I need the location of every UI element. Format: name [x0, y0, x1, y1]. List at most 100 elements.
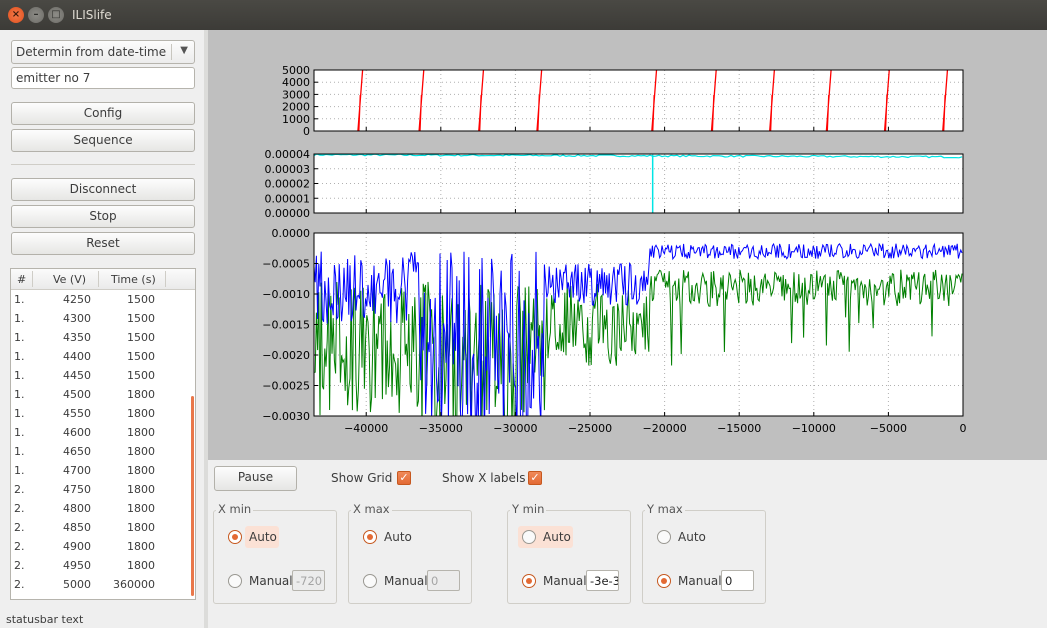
cell-index: 1. [14, 369, 25, 382]
status-bar: statusbar text [6, 613, 84, 626]
xmin-auto-radio[interactable] [228, 530, 242, 544]
y-tick-label: 0.00004 [265, 148, 311, 161]
x-tick-label: 0 [960, 422, 967, 435]
y-tick-label: 1000 [282, 113, 310, 126]
ymax-group-title: Y max [645, 502, 685, 516]
table-row[interactable]: 2. 4800 1800 [11, 499, 191, 518]
x-tick-label: −40000 [344, 422, 388, 435]
plot-canvas: 5000 4000 3000 2000 1000 0 0.00004 0.00003 0.000… [208, 30, 1047, 460]
xmax-auto-radio[interactable] [363, 530, 377, 544]
cell-ve: 4600 [63, 426, 91, 439]
emitter-input[interactable] [12, 68, 194, 88]
table-row[interactable]: 1. 4400 1500 [11, 347, 191, 366]
window-title: ILISlife [72, 8, 112, 22]
show-xlabels-label: Show X labels [442, 471, 526, 485]
header-separator [165, 271, 166, 287]
xmax-input[interactable] [428, 571, 459, 590]
xmin-manual-radio[interactable] [228, 574, 242, 588]
divider [11, 164, 195, 165]
cell-ve: 4500 [63, 388, 91, 401]
cell-index: 2. [14, 521, 25, 534]
show-grid-checkbox[interactable]: ✓ [397, 471, 411, 485]
x-tick-label: −30000 [493, 422, 537, 435]
title-bar: × – □ ILISlife [0, 0, 1047, 30]
plot-svg: 5000400030002000100000.000040.000030.000… [262, 64, 967, 435]
table-row[interactable]: 1. 4350 1500 [11, 328, 191, 347]
sequence-button[interactable]: Sequence [11, 129, 195, 152]
xmax-field[interactable] [427, 570, 460, 591]
emitter-field[interactable] [11, 67, 195, 89]
ymax-input[interactable] [722, 571, 753, 590]
combobox-separator [171, 44, 172, 60]
cell-ve: 5000 [63, 578, 91, 591]
table-row[interactable]: 1. 4500 1800 [11, 385, 191, 404]
y-tick-label: 2000 [282, 101, 310, 114]
xmin-input[interactable] [293, 571, 324, 590]
disconnect-button[interactable]: Disconnect [11, 178, 195, 201]
mode-combobox[interactable]: Determin from date-time ▼ [11, 40, 195, 64]
y-tick-label: 0.0000 [272, 227, 311, 240]
cell-time: 1800 [127, 559, 155, 572]
table-scrollbar[interactable] [191, 396, 194, 596]
cell-index: 1. [14, 388, 25, 401]
ymin-manual-radio[interactable] [522, 574, 536, 588]
table-row[interactable]: 2. 5000 360000 [11, 575, 191, 594]
table-row[interactable]: 1. 4600 1800 [11, 423, 191, 442]
cell-index: 2. [14, 540, 25, 553]
table-row[interactable]: 2. 4850 1800 [11, 518, 191, 537]
col-header-index[interactable]: # [17, 273, 26, 286]
cell-index: 1. [14, 350, 25, 363]
col-header-ve[interactable]: Ve (V) [53, 273, 86, 286]
show-xlabels-checkbox[interactable]: ✓ [528, 471, 542, 485]
xmin-field[interactable] [292, 570, 325, 591]
axes-background [314, 70, 963, 131]
ymax-auto-radio[interactable] [657, 530, 671, 544]
table-row[interactable]: 1. 4250 1500 [11, 290, 191, 309]
pause-button[interactable]: Pause [214, 466, 297, 491]
cell-index: 1. [14, 293, 25, 306]
y-tick-label: 0.00001 [265, 192, 311, 205]
ymax-field[interactable] [721, 570, 754, 591]
cell-index: 2. [14, 578, 25, 591]
x-tick-label: −20000 [642, 422, 686, 435]
stop-button[interactable]: Stop [11, 205, 195, 228]
minimize-window-button[interactable]: – [28, 7, 44, 23]
cell-ve: 4900 [63, 540, 91, 553]
xmax-manual-radio[interactable] [363, 574, 377, 588]
config-button[interactable]: Config [11, 102, 195, 125]
xmax-manual-label: Manual [384, 574, 428, 588]
table-row[interactable]: 1. 4700 1800 [11, 461, 191, 480]
chevron-down-icon[interactable]: ▼ [180, 45, 188, 56]
reset-button[interactable]: Reset [11, 232, 195, 255]
mode-combobox-value: Determin from date-time [16, 45, 167, 59]
table-row[interactable]: 2. 4750 1800 [11, 480, 191, 499]
y-tick-label: −0.0025 [262, 380, 310, 393]
ymin-input[interactable] [587, 571, 618, 590]
table-row[interactable]: 2. 4950 1800 [11, 556, 191, 575]
ymin-auto-label: Auto [543, 530, 571, 544]
cell-time: 1500 [127, 293, 155, 306]
ymax-auto-label: Auto [678, 530, 706, 544]
table-row[interactable]: 1. 4450 1500 [11, 366, 191, 385]
ymin-auto-radio[interactable] [522, 530, 536, 544]
table-row[interactable]: 1. 4650 1800 [11, 442, 191, 461]
col-header-time[interactable]: Time (s) [111, 273, 156, 286]
ymax-manual-label: Manual [678, 574, 722, 588]
x-tick-label: −10000 [792, 422, 836, 435]
ymax-manual-radio[interactable] [657, 574, 671, 588]
close-window-button[interactable]: × [8, 7, 24, 23]
show-grid-label: Show Grid [331, 471, 393, 485]
header-separator [32, 271, 33, 287]
sequence-table[interactable]: # Ve (V) Time (s) 1. 4250 1500 1. 4300 1500 1.… [10, 268, 196, 600]
y-tick-label: 0 [303, 125, 310, 138]
ymin-field[interactable] [586, 570, 619, 591]
cell-index: 1. [14, 312, 25, 325]
table-row[interactable]: 1. 4300 1500 [11, 309, 191, 328]
table-row[interactable]: 1. 4550 1800 [11, 404, 191, 423]
xmin-group-title: X min [216, 502, 254, 516]
maximize-window-button[interactable]: □ [48, 7, 64, 23]
x-tick-label: −5000 [870, 422, 907, 435]
table-row[interactable]: 2. 4900 1800 [11, 537, 191, 556]
cell-ve: 4850 [63, 521, 91, 534]
cell-ve: 4250 [63, 293, 91, 306]
